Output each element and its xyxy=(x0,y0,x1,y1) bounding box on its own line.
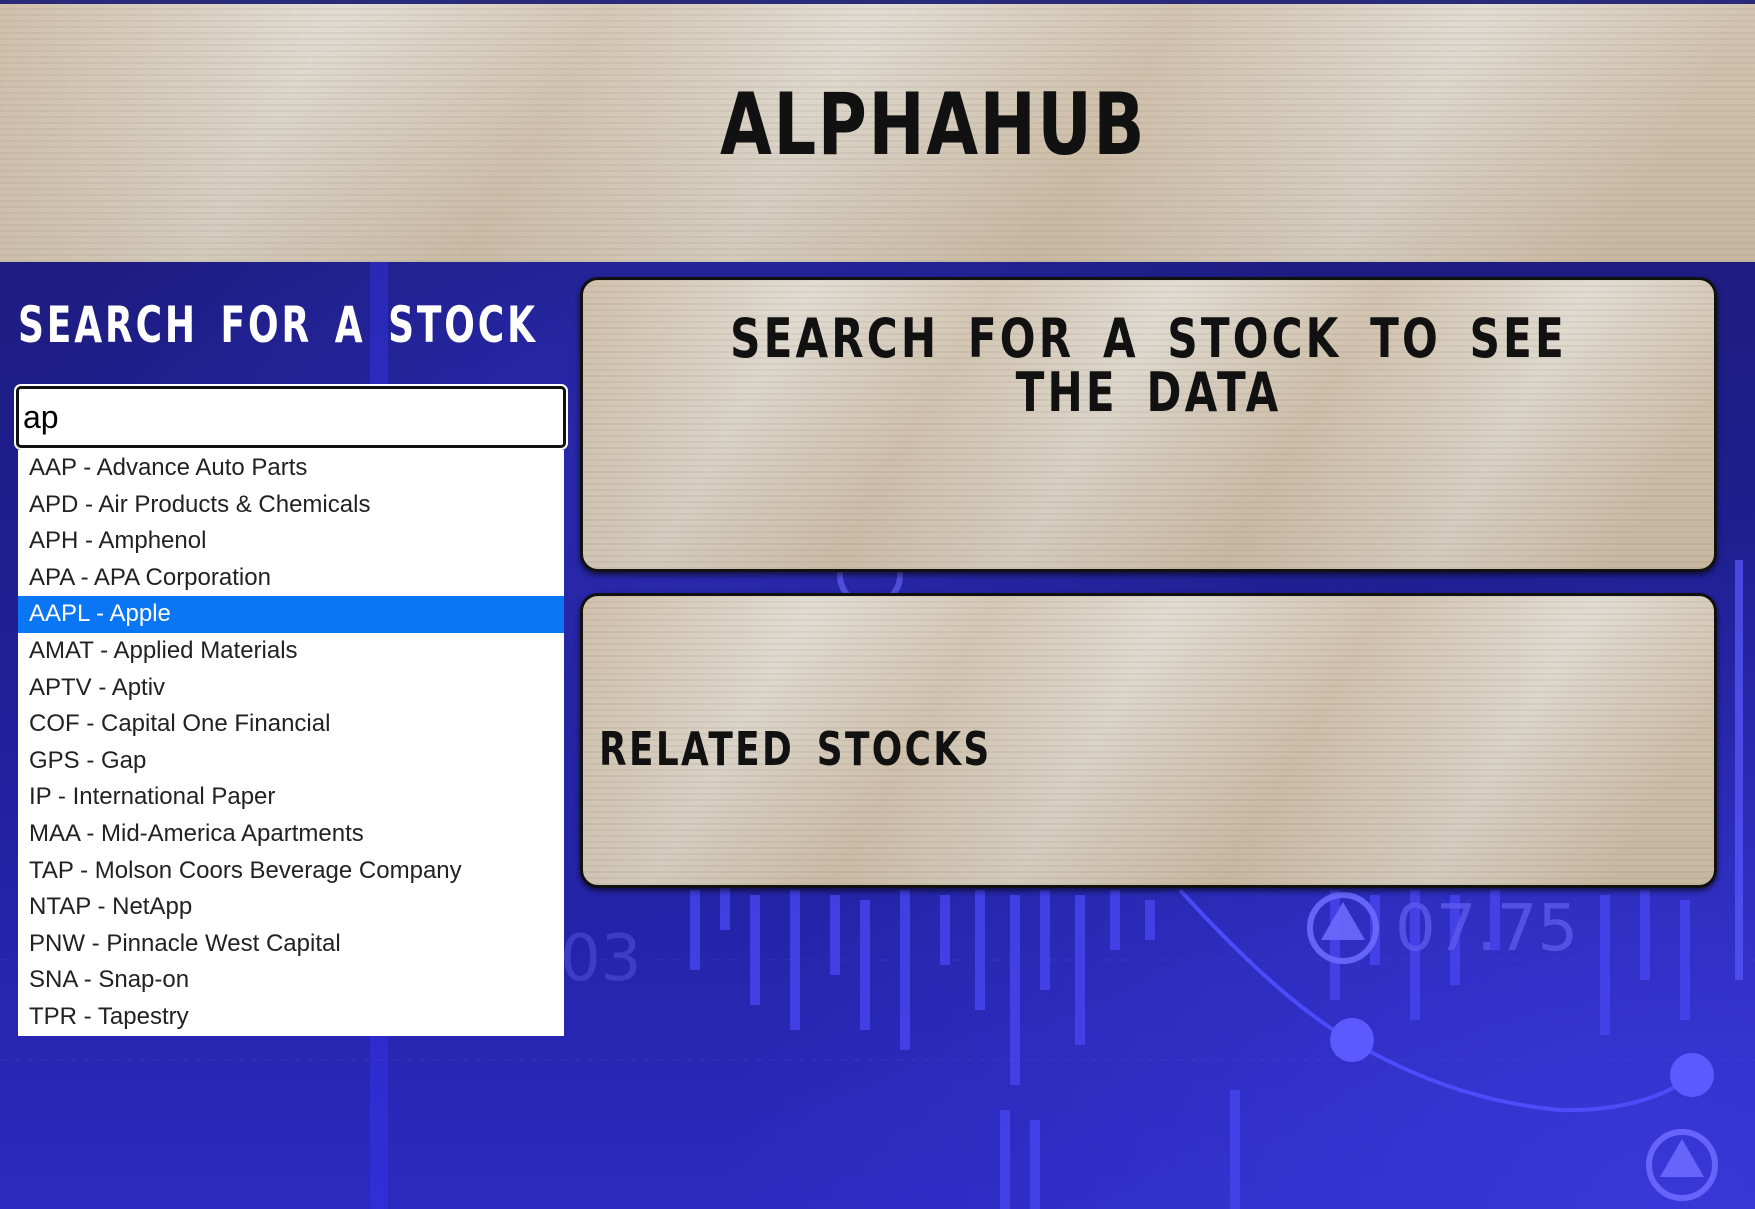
stock-data-heading: SEARCH FOR A STOCK TO SEE THE DATA xyxy=(730,307,1567,424)
suggestion-item[interactable]: AAP - Advance Auto Parts xyxy=(18,450,564,487)
suggestion-item[interactable]: MAA - Mid-America Apartments xyxy=(18,816,564,853)
suggestion-item[interactable]: APTV - Aptiv xyxy=(18,670,564,707)
app-title: ALPHAHUB xyxy=(720,75,1147,175)
suggestion-item[interactable]: NTAP - NetApp xyxy=(18,889,564,926)
suggestion-item[interactable]: APA - APA Corporation xyxy=(18,560,564,597)
suggestion-item[interactable]: SNA - Snap-on xyxy=(18,962,564,999)
suggestion-item[interactable]: APH - Amphenol xyxy=(18,523,564,560)
suggestion-item[interactable]: IP - International Paper xyxy=(18,779,564,816)
suggestion-item[interactable]: COF - Capital One Financial xyxy=(18,706,564,743)
stock-suggestion-list: AAP - Advance Auto Parts APD - Air Produ… xyxy=(18,450,564,1036)
related-stocks-heading: RELATED STOCKS xyxy=(599,722,992,776)
suggestion-item[interactable]: TPR - Tapestry xyxy=(18,999,564,1036)
suggestion-item[interactable]: GPS - Gap xyxy=(18,743,564,780)
stock-data-panel: SEARCH FOR A STOCK TO SEE THE DATA xyxy=(580,277,1717,572)
suggestion-item-selected[interactable]: AAPL - Apple xyxy=(18,596,564,633)
suggestion-item[interactable]: AMAT - Applied Materials xyxy=(18,633,564,670)
site-header: ALPHAHUB xyxy=(0,0,1755,262)
suggestion-item[interactable]: PNW - Pinnacle West Capital xyxy=(18,926,564,963)
suggestion-item[interactable]: TAP - Molson Coors Beverage Company xyxy=(18,853,564,890)
search-heading: SEARCH FOR A STOCK xyxy=(18,296,538,354)
background-ticker-left: 03 xyxy=(560,922,641,996)
suggestion-item[interactable]: APD - Air Products & Chemicals xyxy=(18,487,564,524)
stock-search-input[interactable] xyxy=(16,386,566,448)
background-ticker-right: 07.75 xyxy=(1395,892,1578,966)
related-stocks-panel: RELATED STOCKS xyxy=(580,593,1717,888)
